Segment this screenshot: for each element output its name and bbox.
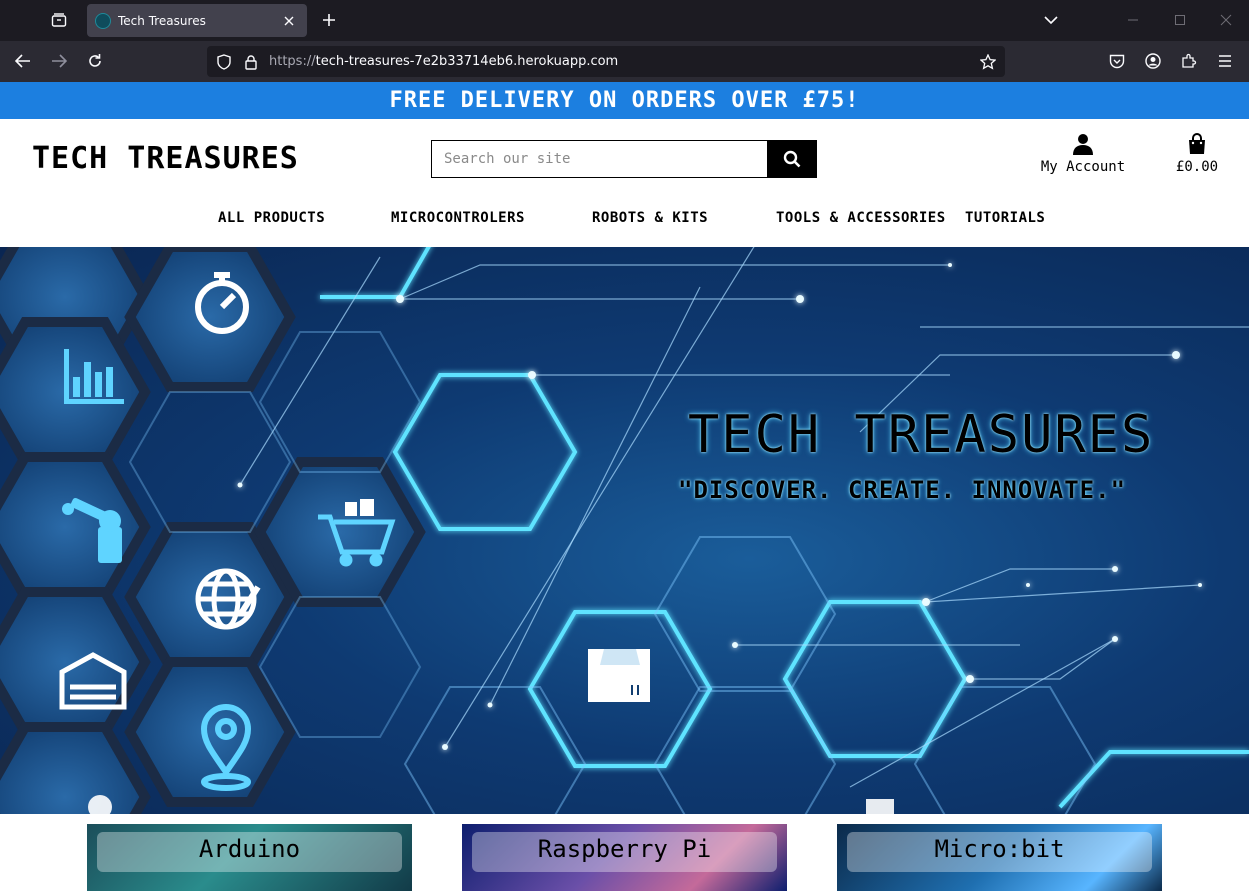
category-label: Arduino xyxy=(97,832,402,872)
forward-arrow-icon[interactable] xyxy=(44,47,74,75)
lock-icon[interactable] xyxy=(242,53,260,71)
address-bar[interactable]: https://tech-treasures-7e2b33714eb6.hero… xyxy=(207,46,1005,77)
url-text: https://tech-treasures-7e2b33714eb6.hero… xyxy=(269,54,619,69)
hero-banner: TECH TREASURES "DISCOVER. CREATE. INNOVA… xyxy=(0,247,1249,814)
search-button[interactable] xyxy=(767,141,816,177)
new-tab-plus-icon[interactable] xyxy=(314,6,344,34)
browser-navbar: https://tech-treasures-7e2b33714eb6.hero… xyxy=(0,41,1249,82)
tab-close-icon[interactable] xyxy=(281,13,297,29)
hamburger-menu-icon[interactable] xyxy=(1210,47,1240,75)
browser-tab-active[interactable]: Tech Treasures xyxy=(87,4,307,37)
my-account-link[interactable]: My Account xyxy=(1032,133,1134,175)
shield-icon[interactable] xyxy=(215,53,233,71)
search-input[interactable] xyxy=(432,141,767,177)
category-card-arduino[interactable]: Arduino xyxy=(87,824,412,891)
package-box-icon xyxy=(588,649,650,702)
category-card-microbit[interactable]: Micro:bit xyxy=(837,824,1162,891)
minimize-icon[interactable] xyxy=(1118,6,1148,34)
nav-tutorials[interactable]: TUTORIALS xyxy=(965,210,1045,226)
tab-list-icon[interactable] xyxy=(44,6,74,34)
site-header: TECH TREASURES My Account £0.00 ALL PROD… xyxy=(0,119,1249,247)
back-arrow-icon[interactable] xyxy=(8,47,38,75)
list-all-tabs-chevron-icon[interactable] xyxy=(1036,6,1066,34)
account-label: My Account xyxy=(1040,159,1126,175)
reload-icon[interactable] xyxy=(80,47,110,75)
hexagon-circuit-background xyxy=(0,247,1249,814)
shopping-bag-link[interactable]: £0.00 xyxy=(1166,133,1228,175)
maximize-icon[interactable] xyxy=(1165,6,1195,34)
hero-tagline: "DISCOVER. CREATE. INNOVATE." xyxy=(678,476,1127,504)
account-circle-icon[interactable] xyxy=(1138,47,1168,75)
close-window-icon[interactable] xyxy=(1211,6,1241,34)
hero-title: TECH TREASURES xyxy=(688,405,1155,465)
cart-total: £0.00 xyxy=(1175,159,1219,175)
nav-tools-accessories[interactable]: TOOLS & ACCESSORIES xyxy=(776,210,946,226)
search-icon xyxy=(783,150,800,168)
nav-robots-kits[interactable]: ROBOTS & KITS xyxy=(592,210,708,226)
search-form xyxy=(431,140,817,178)
bookmark-star-icon[interactable] xyxy=(979,53,997,71)
site-favicon-icon xyxy=(95,12,111,29)
free-delivery-banner: FREE DELIVERY ON ORDERS OVER £75! xyxy=(0,82,1249,119)
category-label: Raspberry Pi xyxy=(472,832,777,872)
tab-title: Tech Treasures xyxy=(118,13,206,28)
browser-tabbar: Tech Treasures xyxy=(0,0,1249,41)
pocket-icon[interactable] xyxy=(1102,47,1132,75)
category-label: Micro:bit xyxy=(847,832,1152,872)
site-logo[interactable]: TECH TREASURES xyxy=(32,141,299,176)
category-card-raspberry-pi[interactable]: Raspberry Pi xyxy=(462,824,787,891)
nav-all-products[interactable]: ALL PRODUCTS xyxy=(218,210,325,226)
promo-text: FREE DELIVERY ON ORDERS OVER £75! xyxy=(389,88,860,113)
nav-microcontrollers[interactable]: MICROCONTROLERS xyxy=(391,210,525,226)
extensions-puzzle-icon[interactable] xyxy=(1174,47,1204,75)
user-icon xyxy=(1073,134,1093,155)
shopping-bag-icon xyxy=(1189,133,1205,154)
